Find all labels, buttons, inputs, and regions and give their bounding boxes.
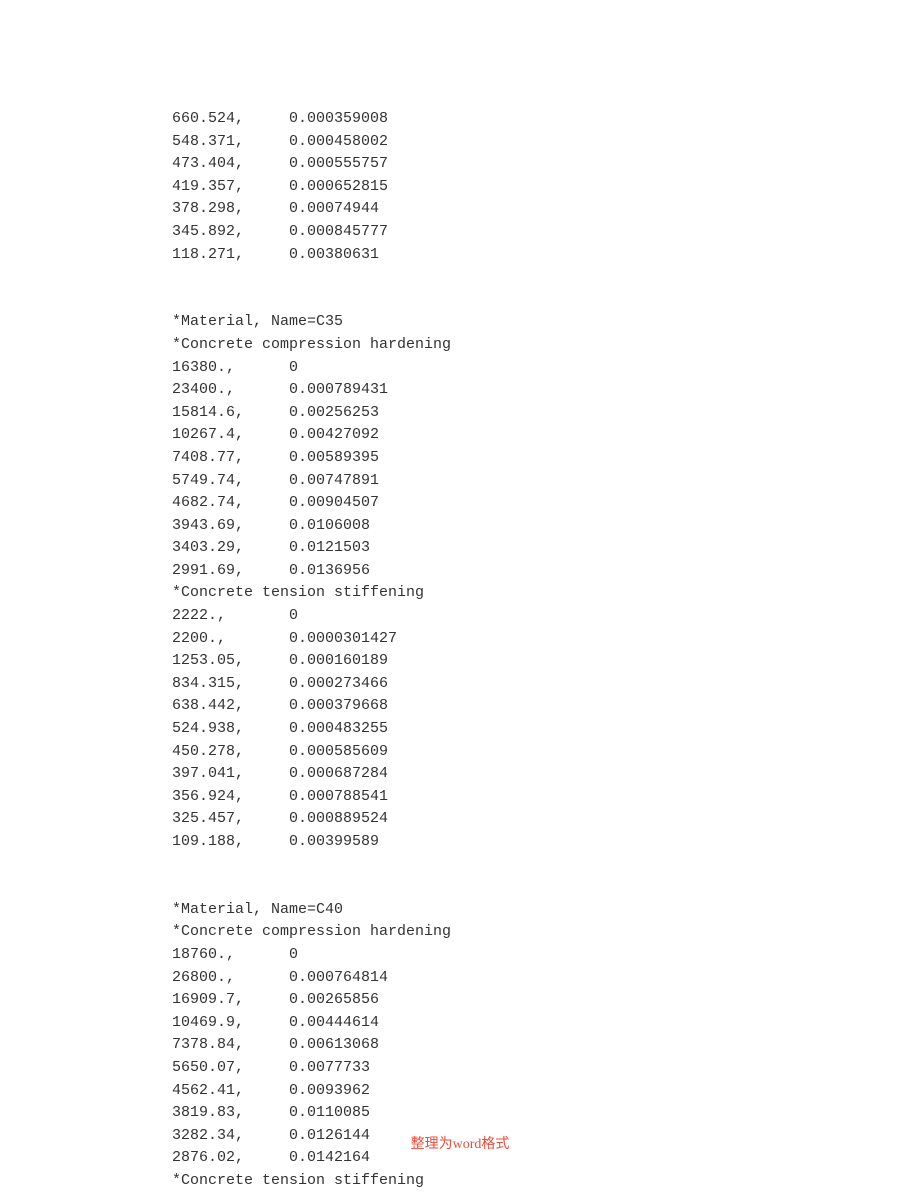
- data-row: 4682.74, 0.00904507: [172, 492, 920, 515]
- section-header: *Concrete compression hardening: [172, 921, 920, 944]
- data-row: 2991.69, 0.0136956: [172, 560, 920, 583]
- data-row: 10267.4, 0.00427092: [172, 424, 920, 447]
- data-row: 16909.7, 0.00265856: [172, 989, 920, 1012]
- data-row: 3403.29, 0.0121503: [172, 537, 920, 560]
- data-row: 23400., 0.000789431: [172, 379, 920, 402]
- data-row: 26800., 0.000764814: [172, 967, 920, 990]
- document-content: 660.524, 0.000359008548.371, 0.000458002…: [0, 0, 920, 1193]
- data-row: 118.271, 0.00380631: [172, 244, 920, 267]
- data-row: 5650.07, 0.0077733: [172, 1057, 920, 1080]
- data-row: 109.188, 0.00399589: [172, 831, 920, 854]
- data-row: 5749.74, 0.00747891: [172, 470, 920, 493]
- data-row: 378.298, 0.00074944: [172, 198, 920, 221]
- data-row: 4562.41, 0.0093962: [172, 1080, 920, 1103]
- data-row: 3943.69, 0.0106008: [172, 515, 920, 538]
- data-row: 18760., 0: [172, 944, 920, 967]
- section-header: *Material, Name=C35: [172, 311, 920, 334]
- page-footer: 整理为word格式: [0, 1133, 920, 1153]
- data-row: 419.357, 0.000652815: [172, 176, 920, 199]
- data-row: 7378.84, 0.00613068: [172, 1034, 920, 1057]
- data-row: 397.041, 0.000687284: [172, 763, 920, 786]
- data-row: 660.524, 0.000359008: [172, 108, 920, 131]
- data-row: 473.404, 0.000555757: [172, 153, 920, 176]
- section-header: *Concrete tension stiffening: [172, 582, 920, 605]
- data-row: 3819.83, 0.0110085: [172, 1102, 920, 1125]
- data-row: 16380., 0: [172, 357, 920, 380]
- data-row: 548.371, 0.000458002: [172, 131, 920, 154]
- data-row: 15814.6, 0.00256253: [172, 402, 920, 425]
- data-row: 2200., 0.0000301427: [172, 628, 920, 651]
- blank-line: [172, 266, 920, 289]
- data-row: 450.278, 0.000585609: [172, 741, 920, 764]
- data-row: 345.892, 0.000845777: [172, 221, 920, 244]
- data-row: 834.315, 0.000273466: [172, 673, 920, 696]
- data-row: 7408.77, 0.00589395: [172, 447, 920, 470]
- data-row: 356.924, 0.000788541: [172, 786, 920, 809]
- blank-line: [172, 289, 920, 312]
- data-row: 638.442, 0.000379668: [172, 695, 920, 718]
- section-header: *Material, Name=C40: [172, 899, 920, 922]
- blank-line: [172, 854, 920, 877]
- data-row: 2222., 0: [172, 605, 920, 628]
- data-row: 524.938, 0.000483255: [172, 718, 920, 741]
- section-header: *Concrete tension stiffening: [172, 1170, 920, 1193]
- blank-line: [172, 876, 920, 899]
- data-row: 325.457, 0.000889524: [172, 808, 920, 831]
- data-row: 1253.05, 0.000160189: [172, 650, 920, 673]
- section-header: *Concrete compression hardening: [172, 334, 920, 357]
- data-row: 10469.9, 0.00444614: [172, 1012, 920, 1035]
